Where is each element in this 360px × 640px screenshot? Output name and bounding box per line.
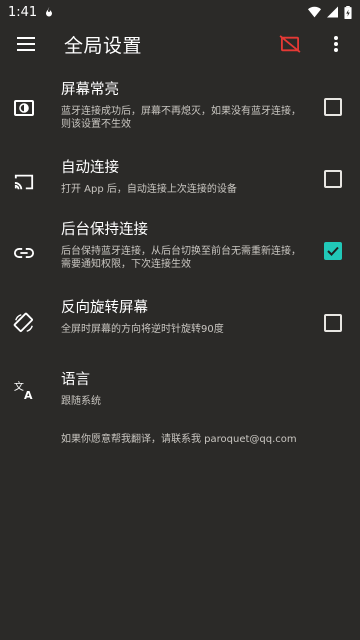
setting-title: 语言 <box>61 372 90 388</box>
setting-text: 自动连接 打开 App 后，自动连接上次连接的设备 <box>61 158 314 196</box>
status-left: 1:41 <box>8 5 55 20</box>
auto-connect-checkbox[interactable] <box>324 170 342 188</box>
app-bar: 全局设置 <box>0 24 360 64</box>
settings-list: 屏幕常亮 蓝牙连接成功后，屏幕不再熄灭，如果没有蓝牙连接， 则该设置不生效 自动… <box>0 72 360 420</box>
fire-icon <box>43 6 55 18</box>
setting-title: 反向旋转屏幕 <box>61 300 148 316</box>
setting-auto-connect[interactable]: 自动连接 打开 App 后，自动连接上次连接的设备 <box>0 144 360 216</box>
setting-summary: 打开 App 后，自动连接上次连接的设备 <box>61 183 314 196</box>
summary-line: 需要通知权限，下次连接生效 <box>61 259 191 270</box>
setting-summary: 跟随系统 <box>61 395 314 408</box>
setting-language[interactable]: 文 A 语言 跟随系统 <box>0 360 360 420</box>
battery-icon <box>344 5 352 19</box>
setting-summary: 后台保持蓝牙连接，从后台切换至前台无需重新连接， 需要通知权限，下次连接生效 <box>61 245 314 271</box>
status-right <box>308 5 352 19</box>
link-icon <box>12 241 36 265</box>
cast-off-icon[interactable] <box>278 32 302 56</box>
summary-line: 全屏时屏幕的方向将逆时针旋转90度 <box>61 324 224 335</box>
screen-on-checkbox[interactable] <box>324 98 342 116</box>
translation-help-note: 如果你愿意帮我翻译，请联系我 paroquet@qq.com <box>61 434 297 445</box>
menu-icon[interactable] <box>14 32 38 56</box>
setting-title: 屏幕常亮 <box>61 82 119 98</box>
summary-line: 跟随系统 <box>61 396 101 407</box>
status-bar: 1:41 <box>0 0 360 24</box>
setting-title: 后台保持连接 <box>61 222 148 238</box>
cast-icon <box>12 170 36 194</box>
keep-alive-checkbox[interactable] <box>324 242 342 260</box>
check-icon <box>327 246 339 256</box>
wifi-icon <box>308 6 321 18</box>
setting-text: 后台保持连接 后台保持蓝牙连接，从后台切换至前台无需重新连接， 需要通知权限，下… <box>61 220 314 271</box>
screen-rotation-icon <box>12 311 36 335</box>
setting-screen-on[interactable]: 屏幕常亮 蓝牙连接成功后，屏幕不再熄灭，如果没有蓝牙连接， 则该设置不生效 <box>0 72 360 144</box>
setting-text: 反向旋转屏幕 全屏时屏幕的方向将逆时针旋转90度 <box>61 298 314 336</box>
svg-text:A: A <box>24 389 33 401</box>
reverse-rotation-checkbox[interactable] <box>324 314 342 332</box>
setting-summary: 全屏时屏幕的方向将逆时针旋转90度 <box>61 323 314 336</box>
svg-text:文: 文 <box>14 380 24 393</box>
summary-line: 后台保持蓝牙连接，从后台切换至前台无需重新连接， <box>61 246 301 257</box>
setting-text: 屏幕常亮 蓝牙连接成功后，屏幕不再熄灭，如果没有蓝牙连接， 则该设置不生效 <box>61 80 314 131</box>
summary-line: 打开 App 后，自动连接上次连接的设备 <box>61 184 237 195</box>
setting-summary: 蓝牙连接成功后，屏幕不再熄灭，如果没有蓝牙连接， 则该设置不生效 <box>61 105 314 131</box>
page-title: 全局设置 <box>64 34 143 57</box>
status-time: 1:41 <box>8 4 38 20</box>
signal-icon <box>327 6 338 18</box>
setting-title: 自动连接 <box>61 160 119 176</box>
summary-line: 则该设置不生效 <box>61 119 131 130</box>
brightness-icon <box>12 96 36 120</box>
setting-reverse-rotation[interactable]: 反向旋转屏幕 全屏时屏幕的方向将逆时针旋转90度 <box>0 288 360 360</box>
summary-line: 蓝牙连接成功后，屏幕不再熄灭，如果没有蓝牙连接， <box>61 106 301 117</box>
setting-text: 语言 跟随系统 <box>61 370 314 408</box>
translate-icon: 文 A <box>12 378 36 402</box>
more-vert-icon[interactable] <box>324 32 348 56</box>
setting-keep-alive[interactable]: 后台保持连接 后台保持蓝牙连接，从后台切换至前台无需重新连接， 需要通知权限，下… <box>0 216 360 288</box>
